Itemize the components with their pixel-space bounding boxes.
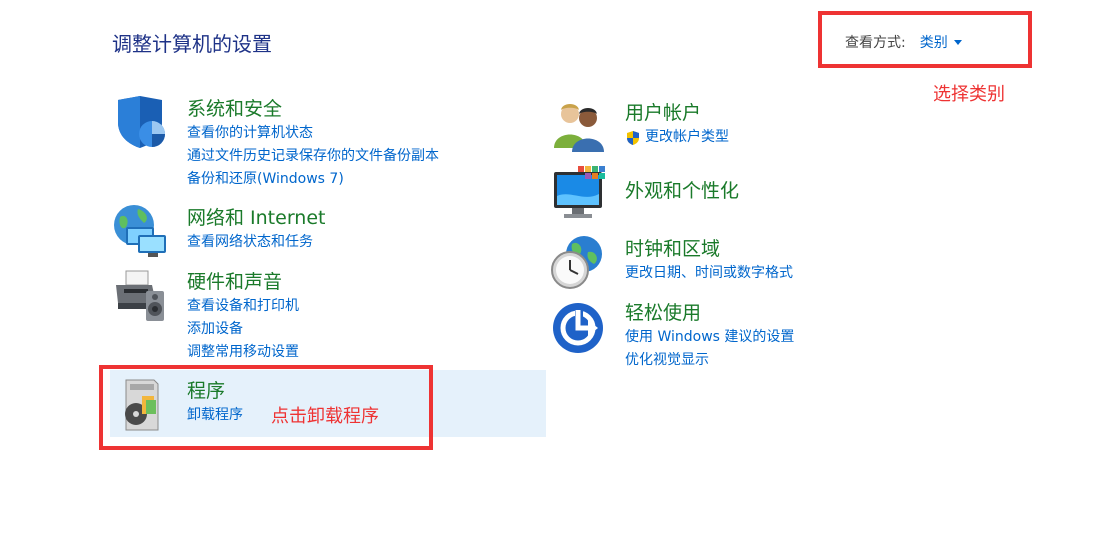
annotation-box-view-by [818, 11, 1032, 68]
link-backup-restore[interactable]: 备份和还原(Windows 7) [187, 168, 439, 191]
category-title-hardware-sound[interactable]: 硬件和声音 [187, 267, 282, 294]
category-title-ease-of-access[interactable]: 轻松使用 [625, 298, 701, 325]
ease-of-access-icon [553, 303, 603, 353]
clock-globe-icon [551, 236, 602, 289]
printer-speaker-icon [116, 270, 164, 321]
monitor-personalize-icon [554, 166, 605, 218]
category-title-clock-region[interactable]: 时钟和区域 [625, 234, 720, 261]
link-change-date-time-format[interactable]: 更改日期、时间或数字格式 [625, 262, 793, 285]
link-view-computer-status[interactable]: 查看你的计算机状态 [187, 122, 439, 145]
link-optimize-visual-display[interactable]: 优化视觉显示 [625, 349, 794, 372]
users-icon [554, 104, 604, 152]
uac-shield-icon [627, 131, 639, 145]
category-title-system-security[interactable]: 系统和安全 [187, 94, 282, 121]
category-title-appearance[interactable]: 外观和个性化 [625, 176, 739, 203]
category-title-network-internet[interactable]: 网络和 Internet [187, 203, 325, 230]
link-devices-printers[interactable]: 查看设备和打印机 [187, 295, 299, 318]
annotation-select-category: 选择类别 [933, 84, 1005, 105]
control-panel-page: 调整计算机的设置 查看方式: 类别 选择类别 系统和安全 查看你的计算机状态 通… [0, 0, 1115, 541]
link-change-account-type[interactable]: 更改帐户类型 [625, 126, 729, 149]
annotation-box-programs [99, 365, 433, 450]
link-change-account-type-label: 更改帐户类型 [645, 129, 729, 145]
link-mobility-settings[interactable]: 调整常用移动设置 [187, 341, 299, 364]
page-title: 调整计算机的设置 [112, 32, 272, 56]
link-add-device[interactable]: 添加设备 [187, 318, 299, 341]
network-globe-icon [114, 205, 166, 257]
link-recommended-settings[interactable]: 使用 Windows 建议的设置 [625, 326, 794, 349]
shield-icon [118, 96, 165, 148]
category-title-user-accounts[interactable]: 用户帐户 [625, 98, 701, 125]
annotation-click-uninstall: 点击卸载程序 [271, 406, 379, 427]
link-network-status[interactable]: 查看网络状态和任务 [187, 231, 313, 254]
link-file-history-backup[interactable]: 通过文件历史记录保存你的文件备份副本 [187, 145, 439, 168]
